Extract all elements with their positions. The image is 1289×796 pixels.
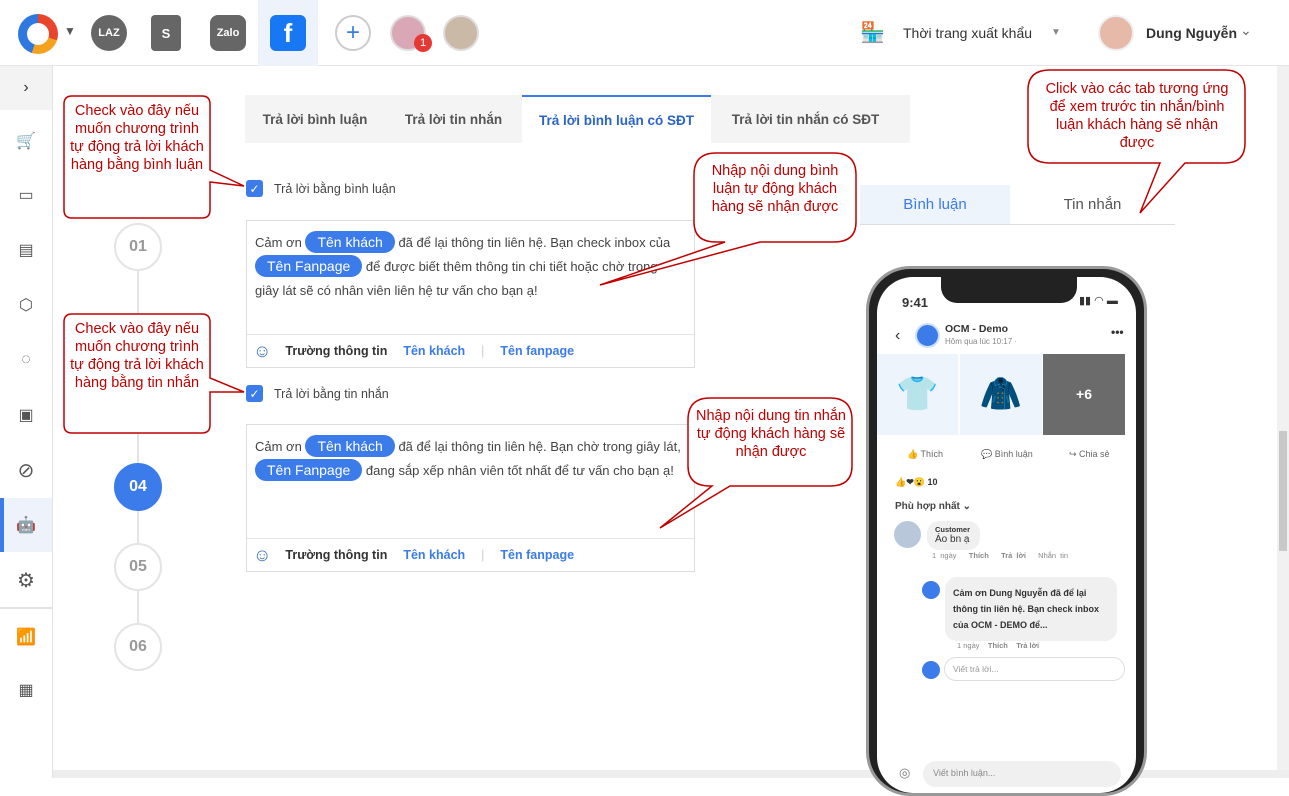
callout-comment-checkbox: Check vào đây nếu muốn chương trình tự đ… — [70, 103, 204, 173]
callout-comment-content: Nhập nội dung bình luận tự động khách hà… — [711, 163, 839, 215]
callout-message-checkbox: Check vào đây nếu muốn chương trình tự đ… — [70, 321, 204, 391]
callout-preview-tabs: Click vào các tab tương ứng để xem trước… — [1045, 81, 1229, 151]
callout-message-content: Nhập nội dung tin nhắn tự động khách hàn… — [696, 408, 846, 460]
